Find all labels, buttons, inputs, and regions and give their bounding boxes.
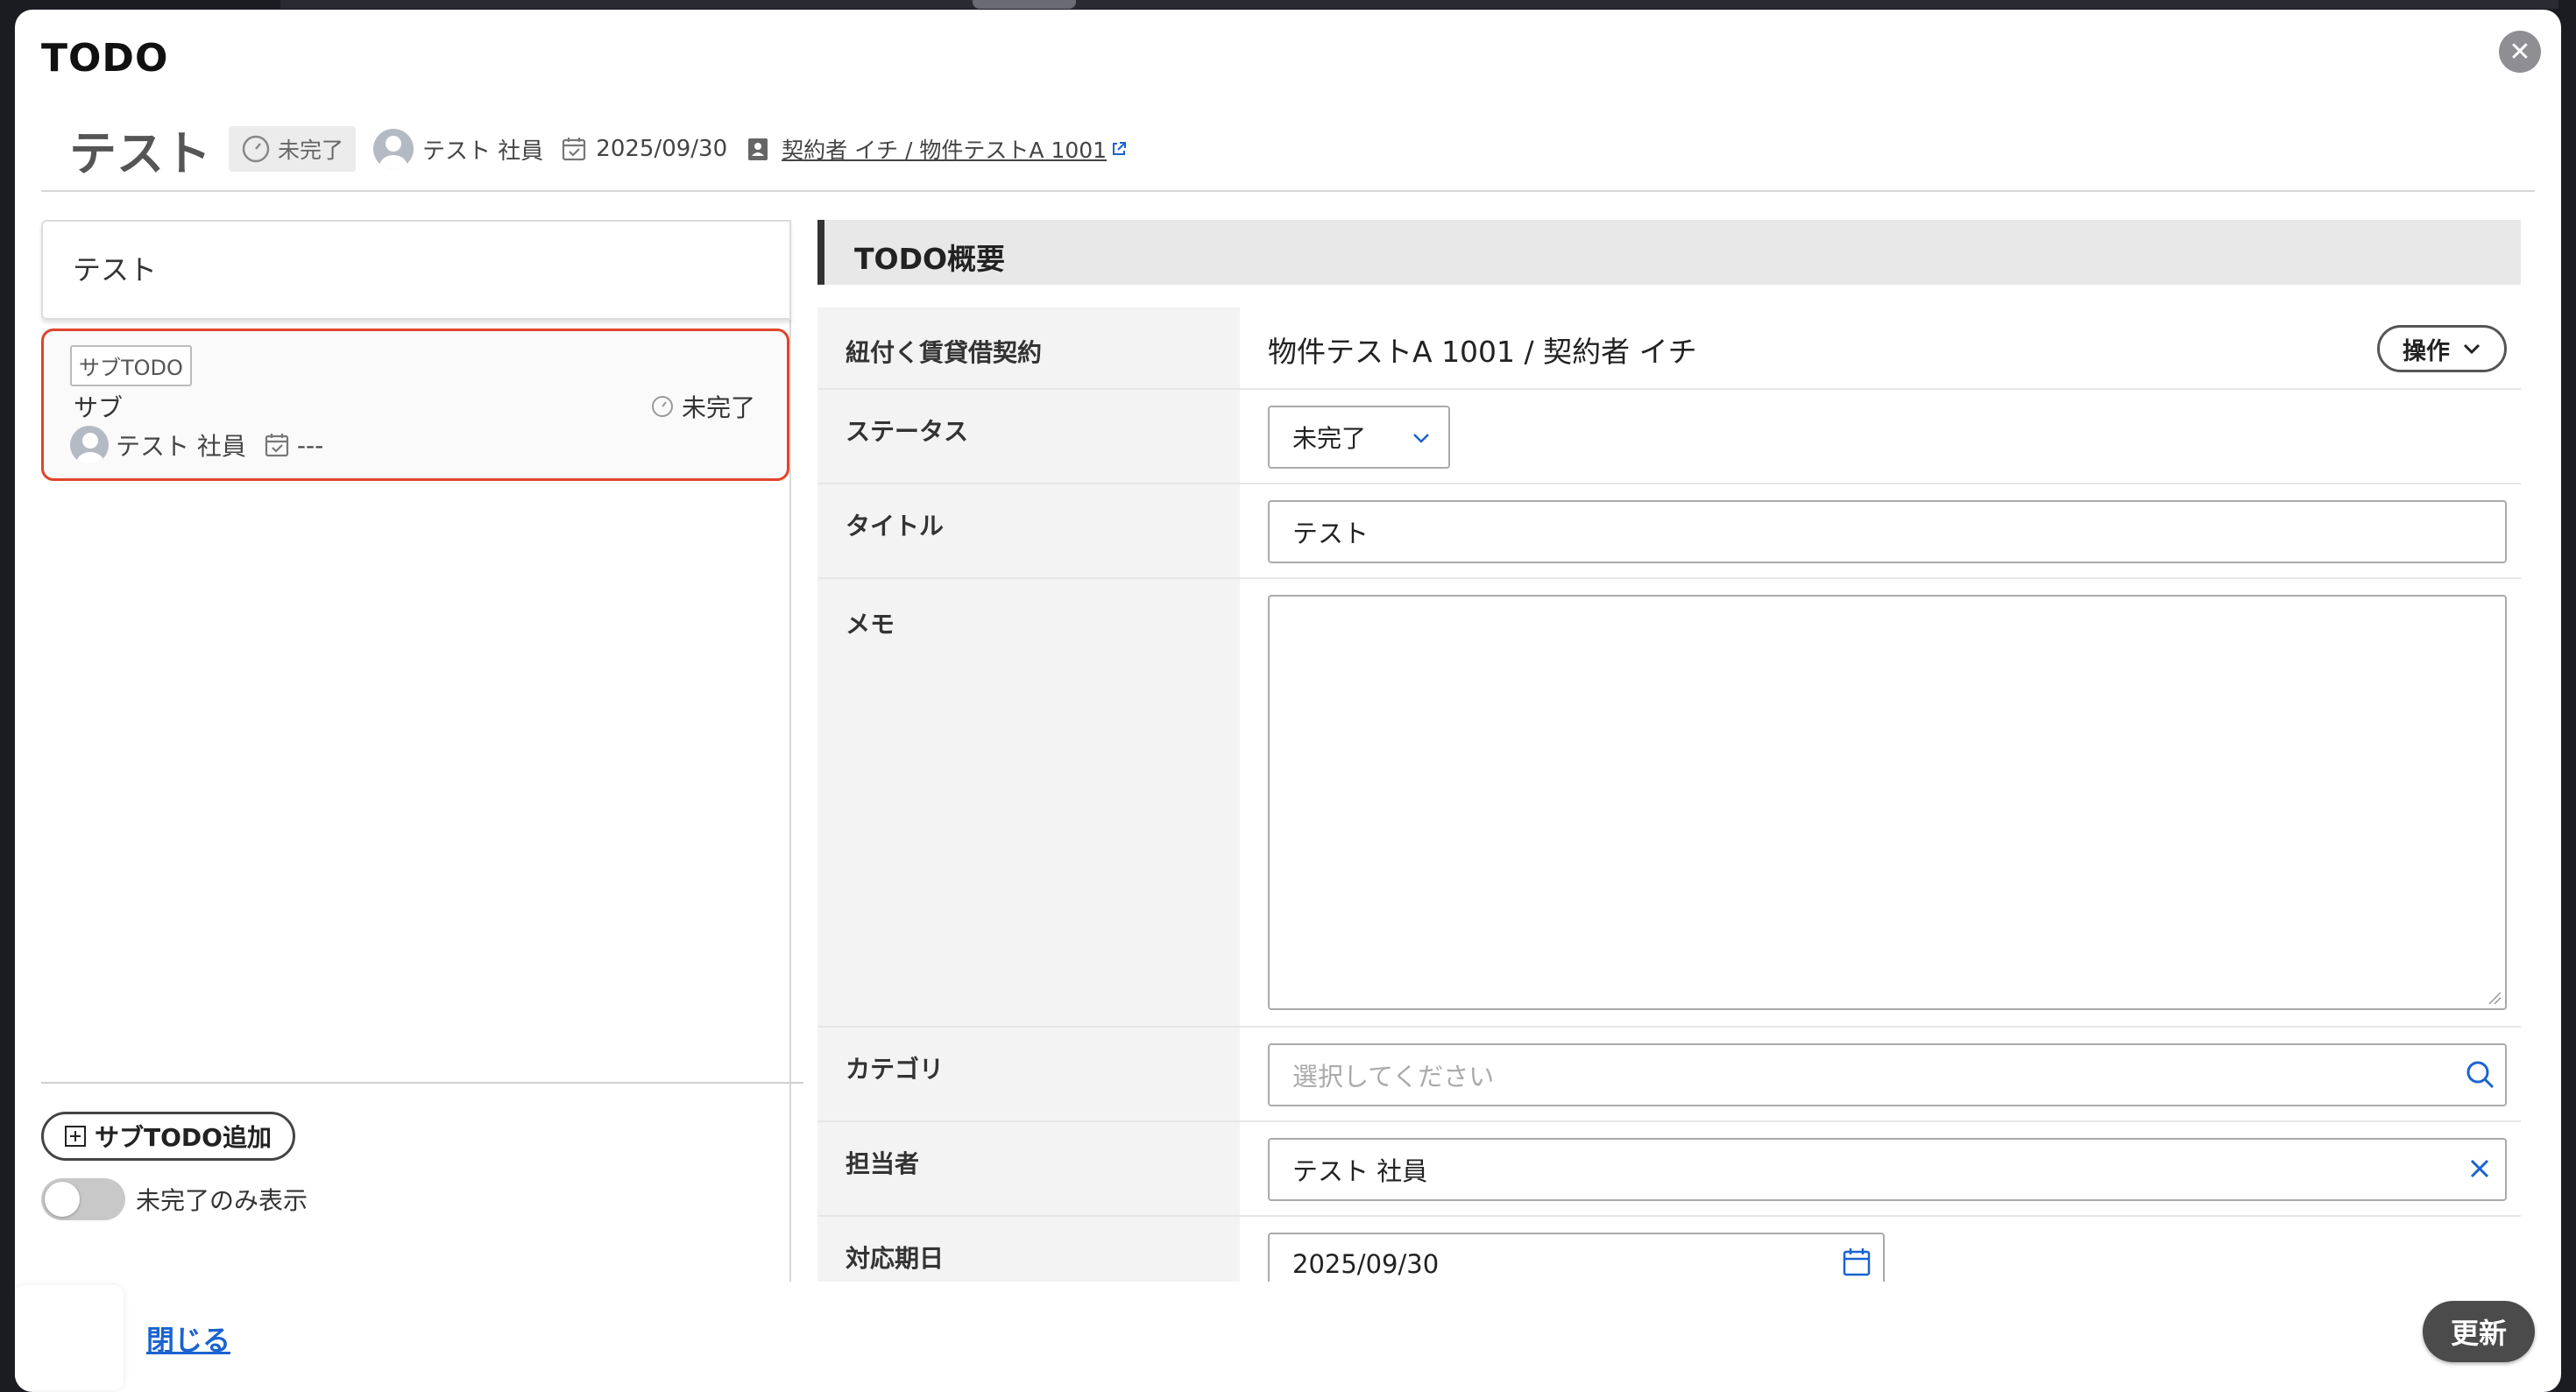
contract-row: 紐付く賃貸借契約 物件テストA 1001 / 契約者 イチ 操作 xyxy=(817,307,2521,390)
contract-label: 紐付く賃貸借契約 xyxy=(846,338,1043,367)
clock-icon xyxy=(651,396,673,417)
sub-todo-badge: サブTODO xyxy=(70,345,192,386)
status-row: ステータス 未完了 xyxy=(817,390,2521,484)
calendar-check-icon xyxy=(265,434,289,457)
parent-todo-item[interactable]: テスト xyxy=(41,220,791,320)
todo-modal: TODO ✕ テスト 未完了 テスト 社員 2025/09/30 契約者 イチ … xyxy=(15,10,2561,1392)
category-input[interactable]: 選択してください xyxy=(1268,1043,2507,1106)
title-row: タイトル テスト xyxy=(817,484,2521,579)
memo-textarea[interactable] xyxy=(1268,595,2507,1010)
category-label-cell: カテゴリ xyxy=(817,1028,1240,1120)
sub-todo-status: 未完了 xyxy=(650,389,755,424)
backdrop-handle xyxy=(973,0,1076,9)
plus-box-icon xyxy=(65,1126,86,1147)
modal-title: TODO xyxy=(41,36,169,81)
due-date: 2025/09/30 xyxy=(596,136,728,162)
clear-icon[interactable] xyxy=(2466,1155,2493,1182)
todo-header: テスト 未完了 テスト 社員 2025/09/30 契約者 イチ / 物件テスト… xyxy=(69,118,1128,181)
due-label-cell: 対応期日 xyxy=(817,1217,1240,1282)
assignee-input[interactable]: テスト 社員 xyxy=(1268,1138,2507,1201)
close-link[interactable]: 閉じる xyxy=(146,1318,230,1359)
left-divider xyxy=(41,1082,803,1084)
calendar-check-icon xyxy=(563,138,586,161)
incomplete-only-toggle[interactable] xyxy=(41,1178,125,1220)
avatar xyxy=(373,129,414,169)
contract-link[interactable]: 契約者 イチ / 物件テストA 1001 xyxy=(782,133,1107,165)
close-icon[interactable]: ✕ xyxy=(2499,31,2541,73)
todo-detail-form: TODO概要 紐付く賃貸借契約 物件テストA 1001 / 契約者 イチ 操作 … xyxy=(817,220,2535,1282)
resize-grip-icon[interactable] xyxy=(2488,991,2502,1005)
contract-icon xyxy=(748,138,768,160)
memo-row: メモ xyxy=(817,579,2521,1028)
incomplete-filter-row: 未完了のみ表示 xyxy=(41,1178,308,1220)
contract-value: 物件テストA 1001 / 契約者 イチ xyxy=(1268,335,1697,369)
assignee-name: テスト 社員 xyxy=(422,138,544,165)
update-button[interactable]: 更新 xyxy=(2423,1301,2535,1362)
header-divider xyxy=(41,190,2535,192)
backdrop-bar xyxy=(280,0,2558,9)
section-title: TODO概要 xyxy=(854,242,1006,276)
footer-blank-panel xyxy=(15,1285,124,1390)
operation-dropdown-button[interactable]: 操作 xyxy=(2377,325,2507,372)
avatar xyxy=(70,426,109,464)
sub-todo-title: サブ xyxy=(74,393,124,422)
contract-label-cell: 紐付く賃貸借契約 xyxy=(817,307,1240,388)
sub-todo-assignee: テスト 社員 xyxy=(116,432,246,461)
status-select-value: 未完了 xyxy=(1292,424,1367,453)
due-label: 対応期日 xyxy=(846,1244,945,1273)
chevron-down-icon xyxy=(2463,343,2480,355)
category-label: カテゴリ xyxy=(846,1055,945,1084)
sub-todo-status-label: 未完了 xyxy=(681,393,755,422)
search-icon[interactable] xyxy=(2465,1059,2496,1091)
calendar-icon[interactable] xyxy=(1841,1247,1872,1278)
category-row: カテゴリ 選択してください xyxy=(817,1028,2521,1122)
status-badge: 未完了 xyxy=(229,126,357,172)
sub-todo-meta: テスト 社員 --- xyxy=(70,426,323,464)
chevron-down-icon xyxy=(1413,434,1429,443)
operation-label: 操作 xyxy=(2403,337,2450,365)
parent-todo-title: テスト xyxy=(73,253,158,286)
status-select[interactable]: 未完了 xyxy=(1268,406,1450,469)
title-label: タイトル xyxy=(846,512,945,541)
section-header: TODO概要 xyxy=(817,220,2521,285)
incomplete-only-label: 未完了のみ表示 xyxy=(136,1186,308,1215)
clock-icon xyxy=(242,135,270,163)
assignee-label: 担当者 xyxy=(846,1149,920,1178)
status-label-cell: ステータス xyxy=(817,390,1240,483)
title-input[interactable]: テスト xyxy=(1268,500,2507,563)
assignee-label-cell: 担当者 xyxy=(817,1122,1240,1215)
add-sub-todo-button[interactable]: サブTODO追加 xyxy=(41,1112,295,1161)
add-sub-todo-label: サブTODO追加 xyxy=(95,1123,272,1152)
memo-label-cell: メモ xyxy=(817,579,1240,1026)
todo-title: テスト xyxy=(69,125,211,181)
title-label-cell: タイトル xyxy=(817,484,1240,577)
memo-label: メモ xyxy=(846,610,895,639)
due-row: 対応期日 2025/09/30 xyxy=(817,1217,2521,1282)
external-link-icon[interactable] xyxy=(1110,140,1128,158)
assignee-row: 担当者 テスト 社員 xyxy=(817,1122,2521,1217)
sub-todo-due: --- xyxy=(296,430,324,460)
sub-todo-item[interactable]: サブTODO サブ 未完了 テスト 社員 --- xyxy=(41,329,789,481)
status-label: ステータス xyxy=(846,417,969,446)
due-date-input[interactable]: 2025/09/30 xyxy=(1268,1233,1885,1282)
status-badge-label: 未完了 xyxy=(278,138,344,163)
